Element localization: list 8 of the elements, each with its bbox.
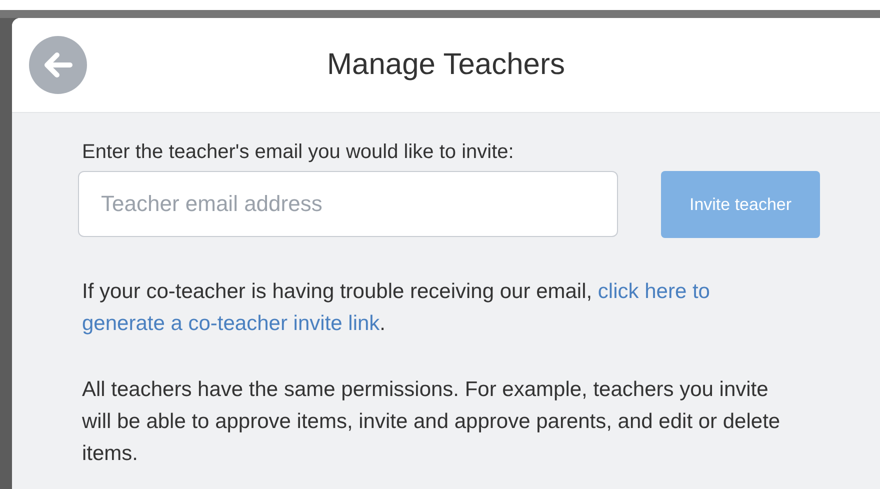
invite-label: Enter the teacher's email you would like to invite: [82, 141, 515, 164]
permissions-text: All teachers have the same permissions. For example, teachers you invite will be able to approve items, invite and approve parents, and edit or delete items. [82, 377, 782, 467]
back-arrow-icon [43, 52, 73, 78]
invite-link[interactable]: generate a co-teacher invite link [82, 312, 380, 335]
invite-link[interactable]: click here to [598, 280, 710, 303]
email-field[interactable]: Teacher email address [78, 171, 618, 237]
modal-title: Manage Teachers [327, 48, 565, 82]
help-text: If your co-teacher is having trouble receiving our email, click here to generate a co-teacher invite link. [82, 279, 711, 337]
